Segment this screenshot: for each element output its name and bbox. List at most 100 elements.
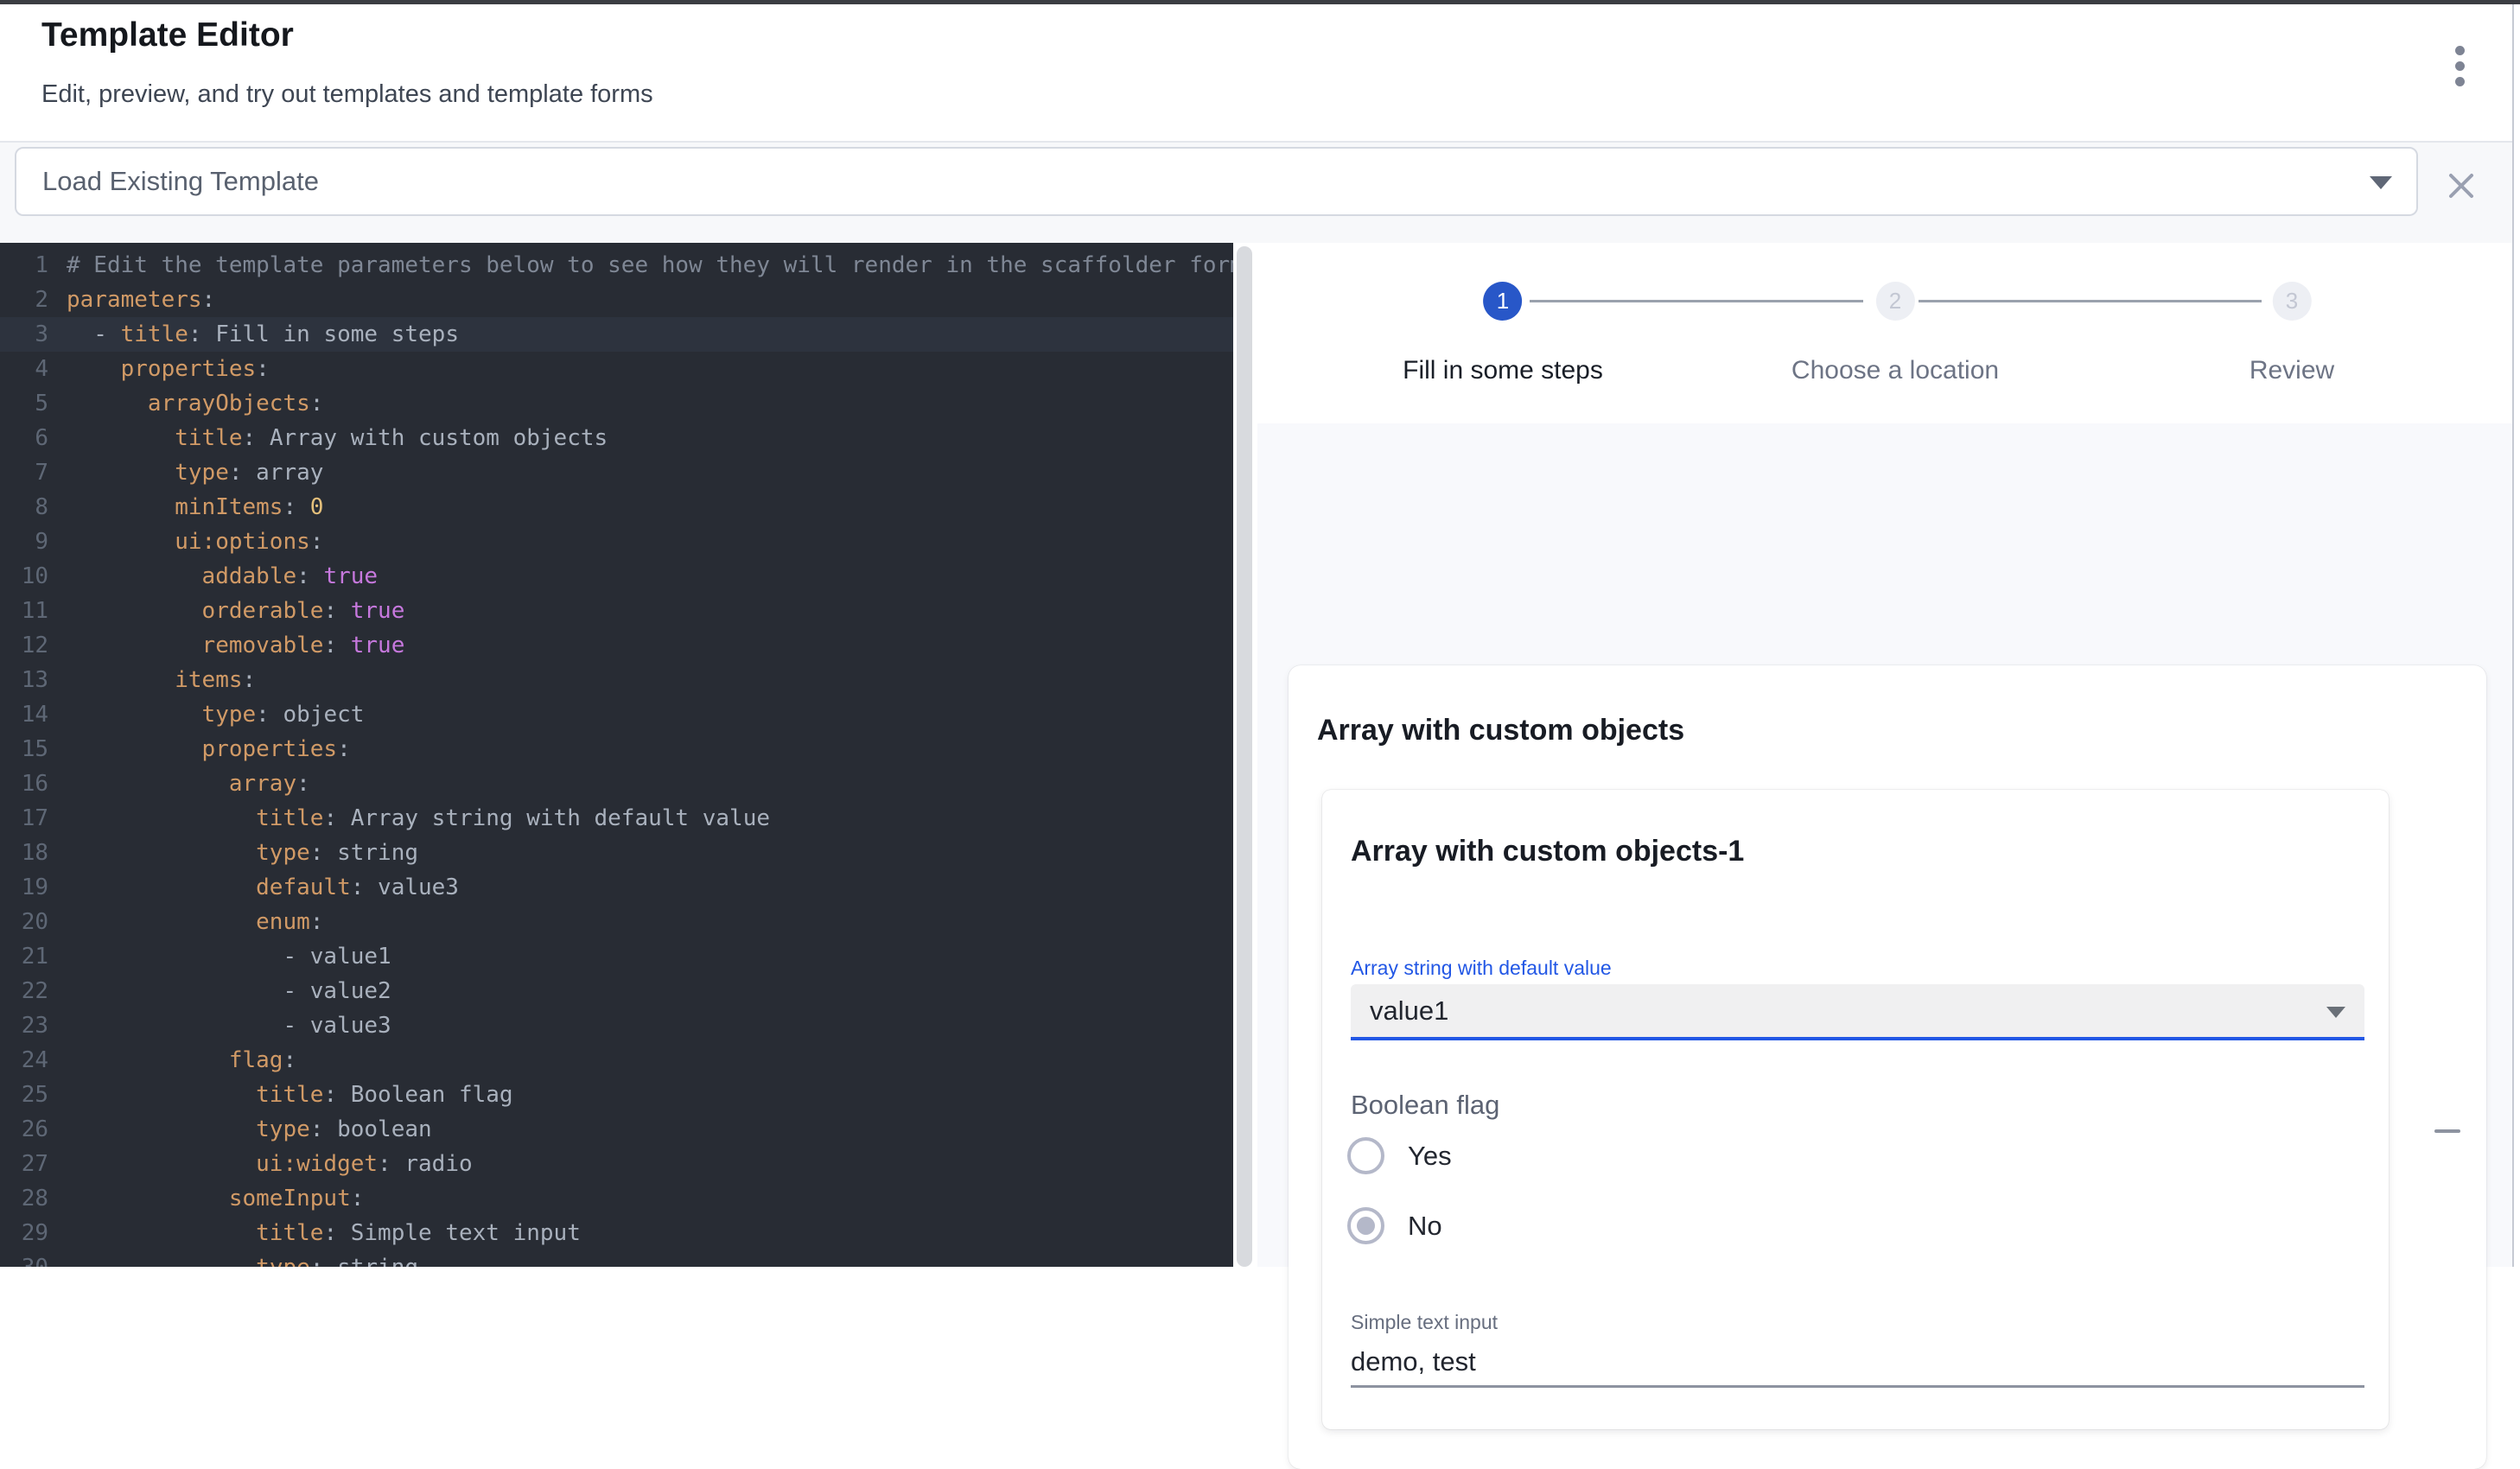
code-text: enum: [48,905,323,939]
code-line[interactable]: 10 addable: true [0,559,1233,594]
code-text: type: string [48,836,418,870]
code-text: type: boolean [48,1112,432,1147]
code-line[interactable]: 17 title: Array string with default valu… [0,801,1233,836]
line-number: 1 [0,248,48,283]
code-text: arrayObjects: [48,386,323,421]
line-number: 21 [0,939,48,974]
line-number: 15 [0,732,48,766]
text-input-label: Simple text input [1351,1311,1498,1334]
code-text: - value1 [48,939,391,974]
code-text: title: Boolean flag [48,1078,513,1112]
code-text: orderable: true [48,594,404,628]
code-line[interactable]: 26 type: boolean [0,1112,1233,1147]
code-line[interactable]: 29 title: Simple text input [0,1216,1233,1250]
code-line[interactable]: 3 - title: Fill in some steps [0,317,1233,352]
remove-item-button[interactable] [2427,1110,2468,1152]
code-lines: 1# Edit the template parameters below to… [0,248,1233,1267]
code-line[interactable]: 6 title: Array with custom objects [0,421,1233,455]
code-line[interactable]: 2parameters: [0,283,1233,317]
page-subtitle: Edit, preview, and try out templates and… [41,80,653,109]
code-line[interactable]: 14 type: object [0,697,1233,732]
close-icon [2444,169,2479,203]
code-line[interactable]: 8 minItems: 0 [0,490,1233,525]
stepper-step: 2Choose a location [1791,282,1999,385]
array-item-card: Array with custom objects-1 Array string… [1322,790,2389,1429]
right-edge-line [2512,4,2514,1267]
yaml-editor[interactable]: 1# Edit the template parameters below to… [0,243,1233,1267]
page-title: Template Editor [41,16,294,54]
radio-unchecked-icon [1347,1137,1384,1174]
kebab-dot [2455,77,2465,86]
code-text: ui:options: [48,525,323,559]
line-number: 18 [0,836,48,870]
line-number: 24 [0,1043,48,1078]
code-text: removable: true [48,628,404,663]
code-line[interactable]: 20 enum: [0,905,1233,939]
code-line[interactable]: 21 - value1 [0,939,1233,974]
code-text: type: object [48,697,364,732]
line-number: 8 [0,490,48,525]
page-header: Template Editor Edit, preview, and try o… [0,4,2520,141]
code-line[interactable]: 15 properties: [0,732,1233,766]
line-number: 22 [0,974,48,1008]
code-text: addable: true [48,559,378,594]
line-number: 12 [0,628,48,663]
code-text: items: [48,663,256,697]
select-value: value1 [1370,984,1448,1037]
code-text: - value3 [48,1008,391,1043]
code-text: title: Array with custom objects [48,421,608,455]
code-line[interactable]: 5 arrayObjects: [0,386,1233,421]
code-line[interactable]: 27 ui:widget: radio [0,1147,1233,1181]
code-line[interactable]: 16 array: [0,766,1233,801]
radio-option[interactable]: Yes [1347,1137,1452,1174]
code-text: default: value3 [48,870,459,905]
line-number: 16 [0,766,48,801]
radio-option[interactable]: No [1347,1207,1452,1244]
code-line[interactable]: 24 flag: [0,1043,1233,1078]
code-line[interactable]: 23 - value3 [0,1008,1233,1043]
array-item-title: Array with custom objects-1 [1351,835,1744,868]
code-line[interactable]: 12 removable: true [0,628,1233,663]
code-line[interactable]: 13 items: [0,663,1233,697]
line-number: 2 [0,283,48,317]
minus-icon [2434,1129,2460,1133]
code-line[interactable]: 30 type: string [0,1250,1233,1267]
form-preview-area: Array with custom objects Array with cus… [1257,423,2520,1267]
code-text: title: Simple text input [48,1216,581,1250]
code-text: properties: [48,732,351,766]
code-line[interactable]: 19 default: value3 [0,870,1233,905]
clear-template-button[interactable] [2444,169,2479,203]
code-line[interactable]: 18 type: string [0,836,1233,870]
wizard-stepper: 1Fill in some steps2Choose a location3Re… [1257,243,2520,423]
template-loader-bar: Load Existing Template [0,143,2520,243]
array-string-select[interactable]: value1 [1351,984,2364,1040]
code-line[interactable]: 1# Edit the template parameters below to… [0,248,1233,283]
code-line[interactable]: 28 someInput: [0,1181,1233,1216]
line-number: 19 [0,870,48,905]
radio-label: No [1408,1211,1442,1242]
code-line[interactable]: 4 properties: [0,352,1233,386]
load-select-placeholder: Load Existing Template [42,149,319,214]
code-line[interactable]: 9 ui:options: [0,525,1233,559]
step-circle: 3 [2273,282,2312,321]
line-number: 25 [0,1078,48,1112]
code-text: title: Array string with default value [48,801,770,836]
step-circle: 1 [1484,282,1523,321]
code-text: - title: Fill in some steps [48,317,459,352]
editor-scrollbar-thumb[interactable] [1237,246,1252,1267]
line-number: 3 [0,317,48,352]
line-number: 10 [0,559,48,594]
step-circle: 2 [1875,282,1914,321]
code-line[interactable]: 11 orderable: true [0,594,1233,628]
line-number: 26 [0,1112,48,1147]
code-line[interactable]: 7 type: array [0,455,1233,490]
line-number: 28 [0,1181,48,1216]
kebab-menu-icon[interactable] [2437,35,2482,96]
load-existing-template-select[interactable]: Load Existing Template [15,147,2418,216]
code-line[interactable]: 22 - value2 [0,974,1233,1008]
code-line[interactable]: 25 title: Boolean flag [0,1078,1233,1112]
text-input-value[interactable]: demo, test [1351,1346,1476,1377]
text-input-underline [1351,1385,2364,1388]
line-number: 9 [0,525,48,559]
line-number: 4 [0,352,48,386]
